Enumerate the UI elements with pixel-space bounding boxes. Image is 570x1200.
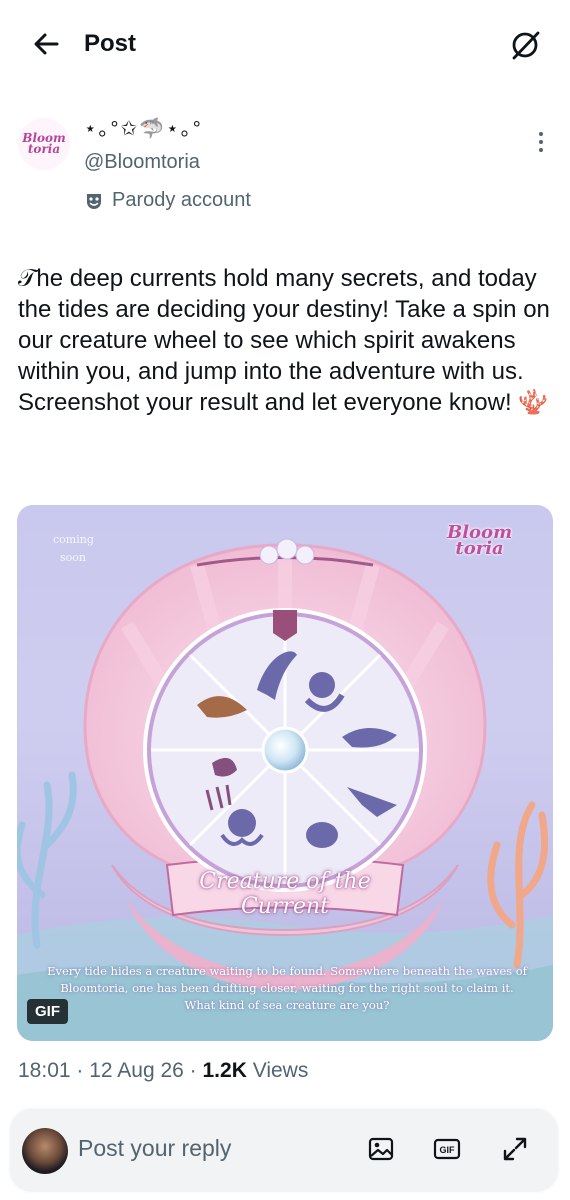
media-caption: Every tide hides a creature waiting to b…: [47, 964, 527, 1012]
svg-text:GIF: GIF: [440, 1145, 456, 1155]
author-handle[interactable]: @Bloomtoria: [84, 151, 200, 174]
author-avatar[interactable]: Bloom toria: [18, 118, 70, 170]
back-arrow-icon[interactable]: [30, 28, 62, 60]
parody-label: Parody account: [84, 189, 251, 212]
gif-badge: GIF: [27, 999, 68, 1024]
expand-icon[interactable]: [500, 1134, 530, 1164]
image-icon[interactable]: [366, 1134, 396, 1164]
avatar-logo: Bloom toria: [22, 131, 66, 156]
post-meta: 18:01 · 12 Aug 26 · 1.2K Views: [18, 1059, 309, 1082]
creature-wheel-artwork: [17, 538, 553, 1041]
reply-input[interactable]: Post your reply: [78, 1135, 231, 1162]
author-display-name[interactable]: ⋆｡°✩🦈⋆｡°: [84, 112, 203, 141]
wheel-banner-title: Creature of the Current: [199, 869, 371, 919]
views-count[interactable]: 1.2K: [203, 1059, 247, 1082]
post-time: 18:01: [18, 1059, 71, 1082]
reply-bar: Post your reply GIF: [10, 1110, 558, 1192]
post-date: 12 Aug 26: [89, 1059, 184, 1082]
more-options-icon[interactable]: [532, 128, 550, 156]
views-label: Views: [252, 1059, 309, 1082]
grok-icon[interactable]: [508, 28, 542, 62]
post-media-gif[interactable]: coming soon Bloom toria Creature of the C…: [17, 505, 553, 1041]
gif-icon[interactable]: GIF: [432, 1134, 462, 1164]
top-bar: Post: [0, 0, 570, 90]
page-title: Post: [84, 30, 137, 57]
theater-mask-icon: [87, 193, 101, 209]
media-logo: Bloom toria: [447, 522, 513, 559]
parody-label-text: Parody account: [112, 189, 251, 211]
coming-soon-text: coming soon: [53, 533, 94, 564]
user-avatar: [22, 1128, 68, 1174]
post-text: 𝒯he deep currents hold many secrets, and…: [18, 265, 550, 416]
